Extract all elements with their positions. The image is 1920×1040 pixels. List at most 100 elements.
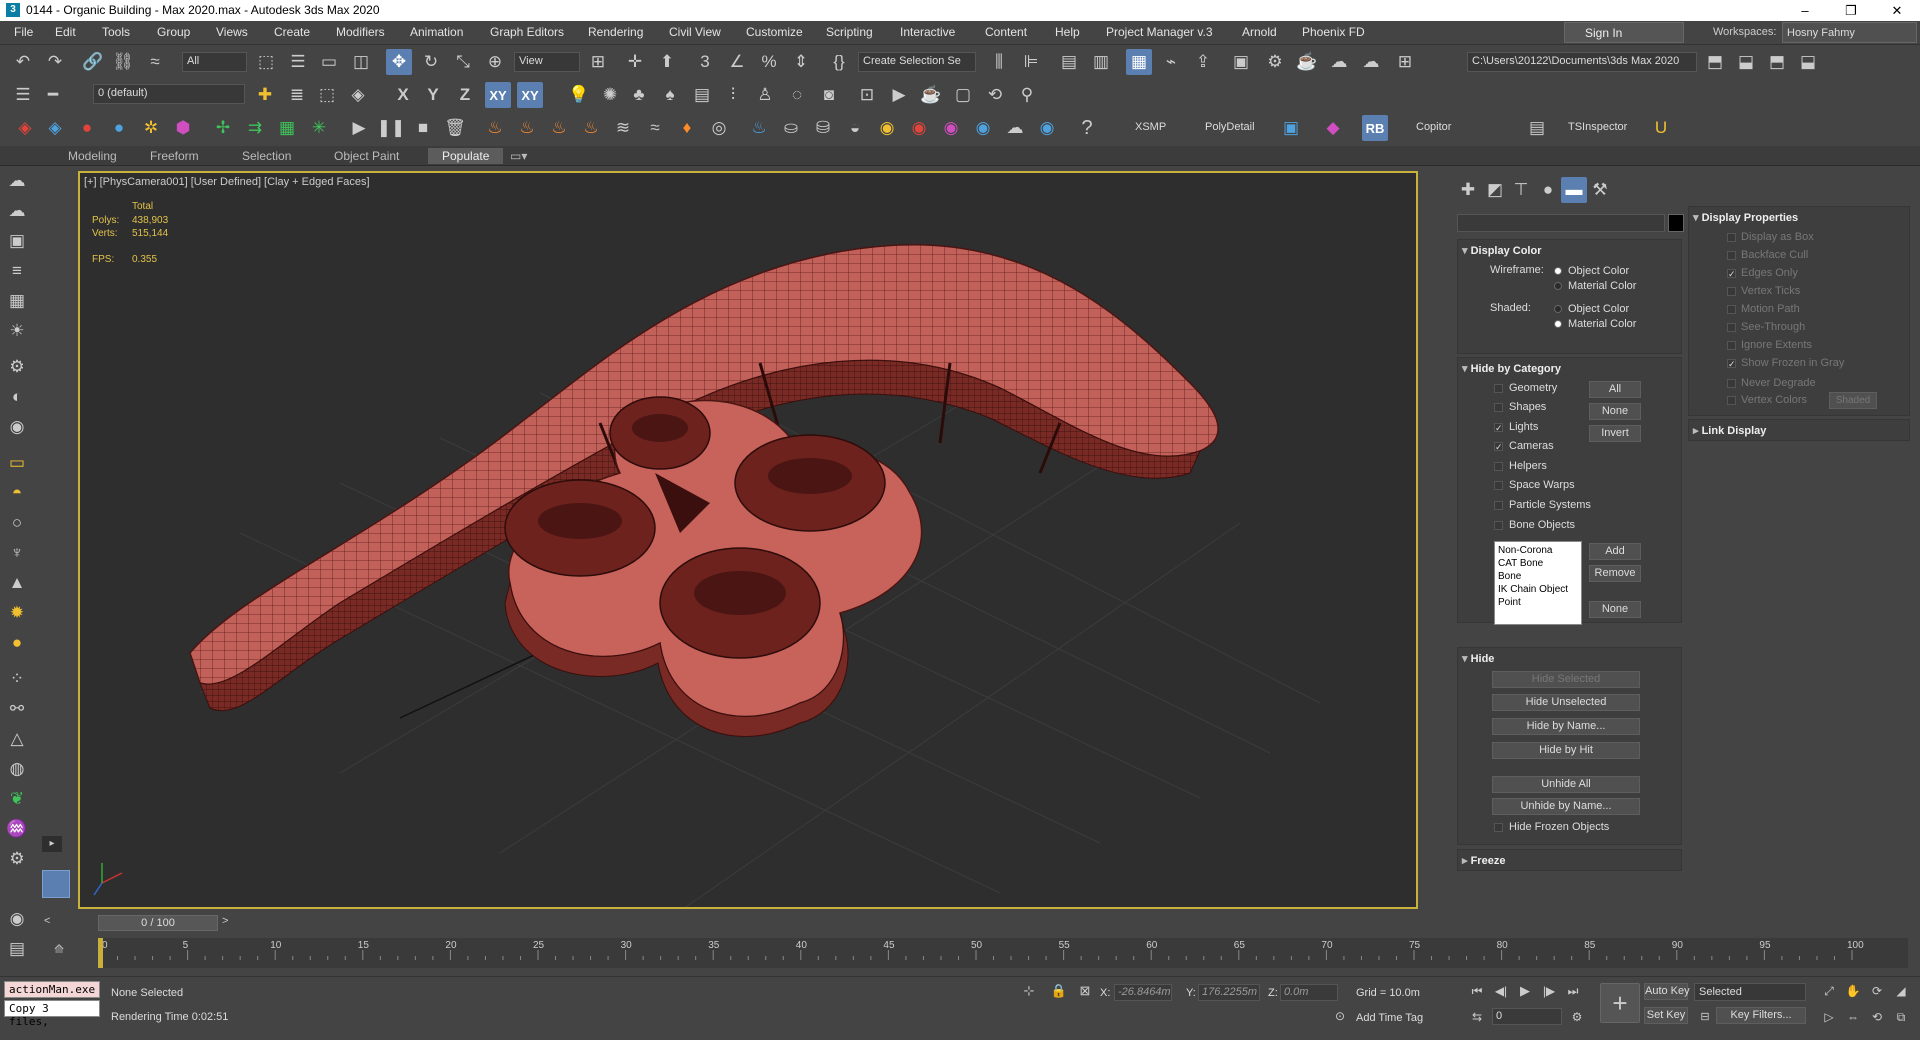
fire-ball-icon[interactable]: ● <box>74 115 100 141</box>
list-item[interactable]: IK Chain Object <box>1498 583 1578 596</box>
scale-icon[interactable]: ⤡ <box>450 49 476 75</box>
zoom-extents-icon[interactable]: ⤢ <box>1818 981 1840 1001</box>
hide-unselected-button[interactable]: Hide Unselected <box>1492 694 1640 711</box>
motion-tab-icon[interactable]: ● <box>1535 177 1561 203</box>
camera-icon[interactable]: ◉ <box>4 414 30 440</box>
rendered-frame-icon[interactable]: ⚙ <box>1262 49 1288 75</box>
tab-modeling[interactable]: Modeling <box>54 148 131 164</box>
reference-coord-dropdown[interactable]: View <box>514 52 580 72</box>
category-remove-button[interactable]: Remove <box>1589 565 1641 582</box>
time-slider[interactable]: 0 / 100 <box>98 915 218 931</box>
category-cameras-checkbox[interactable]: ✓ <box>1494 442 1503 452</box>
next-frame-icon[interactable]: |▶ <box>1538 981 1560 1001</box>
pyramid-icon[interactable]: △ <box>4 726 30 752</box>
perspective-viewport[interactable]: [+] [PhysCamera001] [User Defined] [Clay… <box>78 171 1418 909</box>
ribbon-toggle-icon[interactable]: ▥ <box>1088 49 1114 75</box>
menu-civil-view[interactable]: Civil View <box>669 25 721 39</box>
edges-only-checkbox[interactable]: ✓ <box>1727 269 1736 279</box>
layers-stack-icon[interactable]: ≣ <box>284 82 310 108</box>
category-helpers-checkbox[interactable] <box>1494 462 1503 471</box>
shaded-object-color-radio[interactable] <box>1554 305 1562 313</box>
menu-views[interactable]: Views <box>216 25 248 39</box>
camera-frame-icon[interactable]: ◙ <box>816 82 842 108</box>
time-config-icon[interactable]: ⚙ <box>1566 1007 1588 1027</box>
category-invert-button[interactable]: Invert <box>1589 425 1641 442</box>
pan-icon[interactable]: ✋ <box>1842 981 1864 1001</box>
link-icon[interactable]: 🔗 <box>80 49 106 75</box>
stop-icon[interactable]: ■ <box>410 115 436 141</box>
select-by-name-icon[interactable]: ☰ <box>285 49 311 75</box>
hide-selected-button[interactable]: Hide Selected <box>1492 671 1640 688</box>
unhide-all-button[interactable]: Unhide All <box>1492 776 1640 793</box>
maxscript-listener-line1[interactable]: actionMan.exe <box>4 981 100 998</box>
vertex-ticks-checkbox[interactable] <box>1727 287 1736 296</box>
viewport-label[interactable]: [+] [PhysCamera001] [User Defined] [Clay… <box>84 176 370 188</box>
ignore-extents-checkbox[interactable] <box>1727 341 1736 350</box>
list-icon[interactable]: ≡ <box>4 258 30 284</box>
sphere-yellow-icon[interactable]: ● <box>4 630 30 656</box>
material-editor-icon[interactable]: ⇪ <box>1190 49 1216 75</box>
phoenix-jar-icon[interactable]: ⛁ <box>810 115 836 141</box>
tab-object-paint[interactable]: Object Paint <box>320 148 413 164</box>
hex-magenta-icon[interactable]: ⬢ <box>170 115 196 141</box>
backface-cull-checkbox[interactable] <box>1727 251 1736 260</box>
water-drop-icon[interactable]: ● <box>106 115 132 141</box>
layer-explorer-icon[interactable]: ▤ <box>1056 49 1082 75</box>
unlink-icon[interactable]: ⛓ <box>110 49 136 75</box>
show-frozen-gray-checkbox[interactable]: ✓ <box>1727 359 1736 369</box>
gear-icon[interactable]: ⚙ <box>4 846 30 872</box>
category-add-button[interactable]: Add <box>1589 543 1641 560</box>
menu-scripting[interactable]: Scripting <box>826 25 873 39</box>
phoenix-particle-icon[interactable]: ◉ <box>938 115 964 141</box>
project-settings-icon[interactable]: ⬓ <box>1795 49 1821 75</box>
category-list[interactable]: Non-Corona CAT Bone Bone IK Chain Object… <box>1494 541 1582 625</box>
hair-icon[interactable]: ♒ <box>4 816 30 842</box>
cone-shape-icon[interactable]: ▲ <box>4 570 30 596</box>
add-time-tag-button[interactable]: Add Time Tag <box>1356 1012 1423 1024</box>
category-geometry-checkbox[interactable] <box>1494 384 1503 393</box>
redo-icon[interactable]: ↷ <box>42 49 68 75</box>
orbit-icon[interactable]: ⟳ <box>1866 981 1888 1001</box>
pivot-center-icon[interactable]: ⊞ <box>585 49 611 75</box>
diamond-icon[interactable]: ◆ <box>1320 115 1346 141</box>
green-arrow-icon[interactable]: ⇉ <box>242 115 268 141</box>
trash-icon[interactable]: 🗑 <box>442 115 468 141</box>
paint-selection-icon[interactable]: ☁ <box>4 168 30 194</box>
phoenix-fire-icon[interactable]: ♨ <box>482 115 508 141</box>
tsinspector-button[interactable]: TSInspector <box>1568 121 1627 133</box>
select-in-layer-icon[interactable]: ◈ <box>345 82 371 108</box>
menu-edit[interactable]: Edit <box>55 25 76 39</box>
dolly-icon[interactable]: ⇔ <box>1842 1007 1864 1027</box>
list-item[interactable]: Point <box>1498 596 1578 609</box>
vertex-colors-shaded-button[interactable]: Shaded <box>1829 392 1877 409</box>
phoenix-swirl-icon[interactable]: ◎ <box>706 115 732 141</box>
y-coord-field[interactable]: 176.2255m <box>1198 984 1260 1001</box>
spinner-snap-icon[interactable]: ⇕ <box>788 49 814 75</box>
viewport-layout-icon[interactable] <box>42 870 70 898</box>
vertex-colors-checkbox[interactable] <box>1727 396 1736 405</box>
workspace-dropdown[interactable]: Hosny Fahmy <box>1782 22 1917 43</box>
menu-file[interactable]: File <box>14 25 33 39</box>
walk-through-icon[interactable]: ▷ <box>1818 1007 1840 1027</box>
see-through-checkbox[interactable] <box>1727 323 1736 332</box>
link-rotate-icon[interactable]: ⟲ <box>982 82 1008 108</box>
shaded-material-color-radio[interactable] <box>1554 320 1562 328</box>
list-item[interactable]: Bone <box>1498 570 1578 583</box>
close-button[interactable]: ✕ <box>1874 0 1920 21</box>
xsmp-button[interactable]: XSMP <box>1135 121 1166 133</box>
display-color-header[interactable]: Display Color <box>1462 244 1542 257</box>
layer-dropdown[interactable]: 0 (default) <box>93 84 245 104</box>
lamp-icon[interactable]: ⚲ <box>1014 82 1040 108</box>
object-color-swatch[interactable] <box>1668 214 1684 232</box>
hide-by-hit-button[interactable]: Hide by Hit <box>1492 742 1640 759</box>
green-burst-icon[interactable]: ✳ <box>306 115 332 141</box>
menu-customize[interactable]: Customize <box>746 25 803 39</box>
bind-space-warp-icon[interactable]: ≈ <box>142 49 168 75</box>
rotate-icon[interactable]: ↻ <box>418 49 444 75</box>
ts-icon[interactable]: ▤ <box>1524 115 1550 141</box>
snaps-toggle-icon[interactable]: 3 <box>692 49 718 75</box>
window-crossing-icon[interactable]: ◫ <box>348 49 374 75</box>
render-grid-icon[interactable]: ⊞ <box>1392 49 1418 75</box>
axis-xy-button[interactable]: XY <box>485 82 511 108</box>
named-selection-dropdown[interactable]: Create Selection Se <box>858 52 976 72</box>
